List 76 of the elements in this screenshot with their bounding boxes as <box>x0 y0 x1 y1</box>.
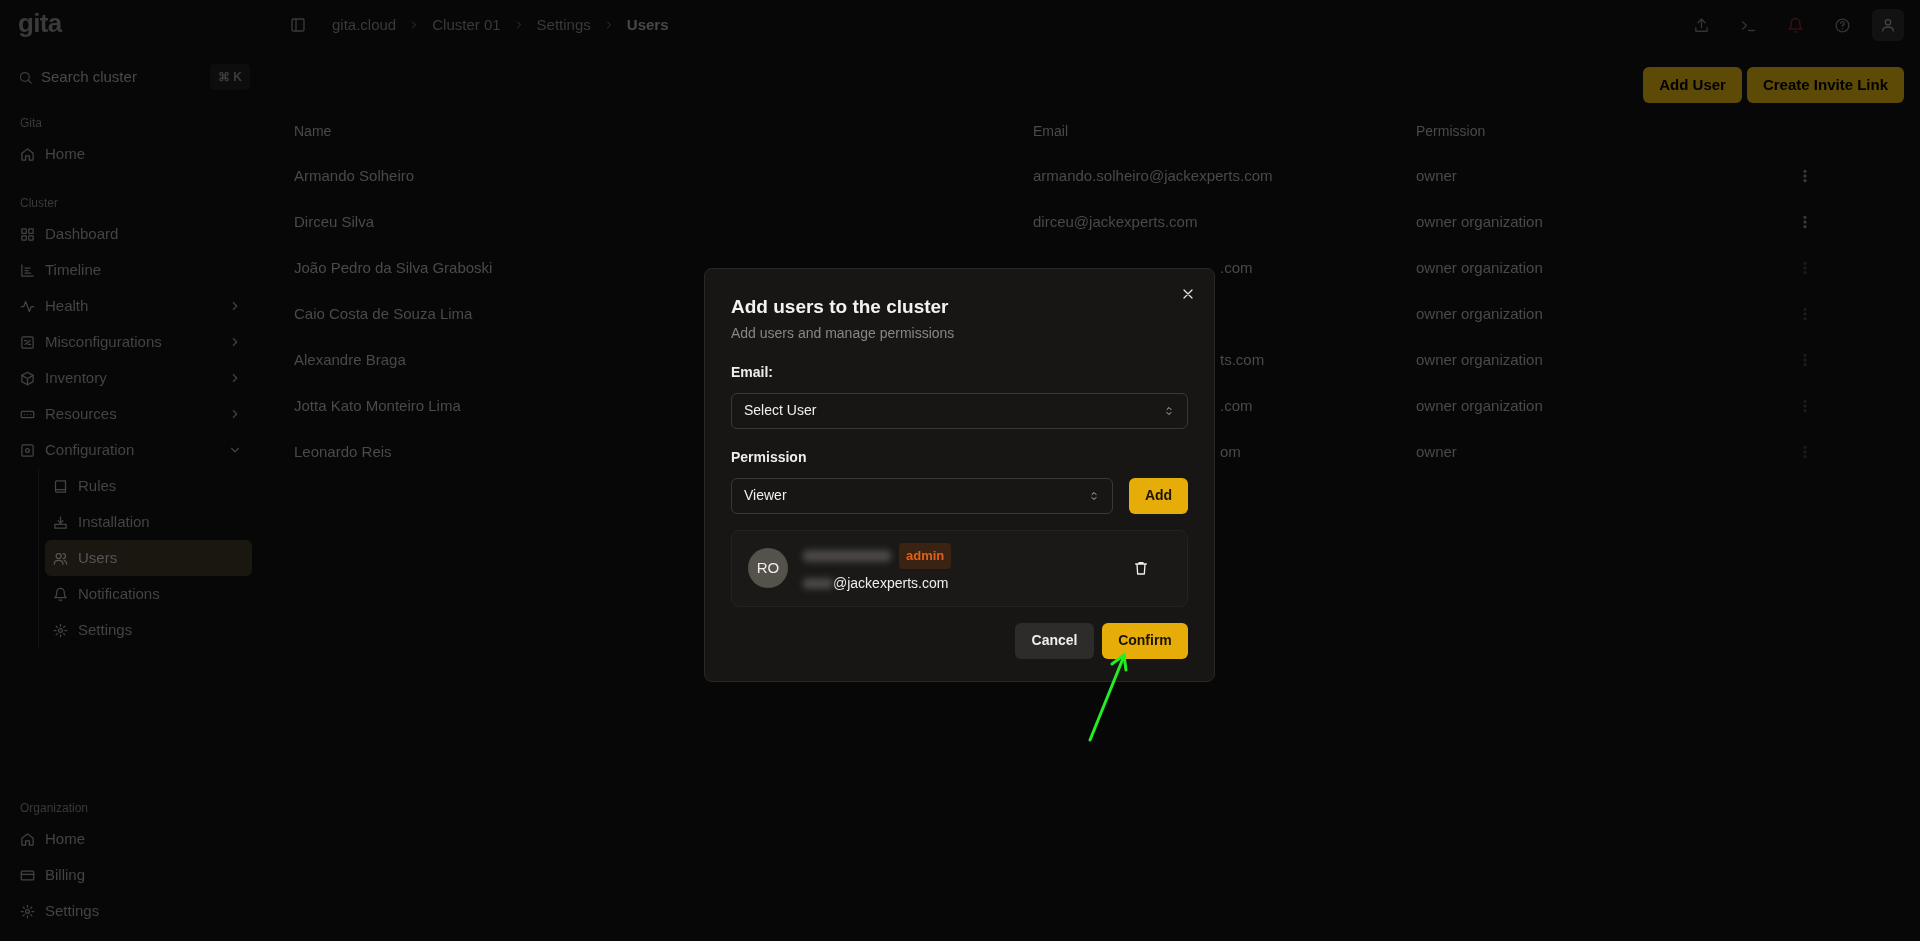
search-input[interactable]: Search cluster <box>41 65 202 89</box>
table-cell: Alexandre Braga <box>294 350 406 368</box>
credit-card-icon <box>20 867 35 883</box>
sidebar-item[interactable]: Installation <box>45 504 252 540</box>
table-cell: om <box>1220 442 1241 460</box>
table-cell: .com <box>1220 258 1253 276</box>
table-cell: Dirceu Silva <box>294 212 375 230</box>
sidebar-item[interactable]: Rules <box>45 468 252 504</box>
role-badge: admin <box>899 543 952 569</box>
sidebar-item[interactable]: Settings <box>45 612 252 648</box>
add-button[interactable]: Add <box>1129 477 1188 514</box>
sidebar-item[interactable]: Configuration <box>16 432 252 468</box>
table-cell: owner organization <box>1416 258 1543 276</box>
bell-icon[interactable] <box>1787 16 1804 34</box>
dialog-subtitle: Add users and manage permissions <box>731 323 956 343</box>
chevron-up-down-icon <box>1163 404 1175 417</box>
delete-icon[interactable] <box>1133 560 1149 577</box>
book-icon <box>53 478 68 494</box>
user-menu-button[interactable] <box>1872 9 1904 41</box>
bell-icon <box>53 586 68 602</box>
sidebar-item[interactable]: Health <box>16 288 252 324</box>
table-cell: ts.com <box>1220 350 1265 368</box>
sidebar-item[interactable]: Home <box>16 821 252 857</box>
table-cell: owner organization <box>1416 350 1543 368</box>
cube-icon <box>20 370 35 386</box>
grid-icon <box>20 226 35 242</box>
dialog-title: Add users to the cluster <box>731 295 950 319</box>
sidebar-item[interactable]: Billing <box>16 857 252 893</box>
user-icon <box>1880 17 1896 33</box>
select-field[interactable]: Viewer <box>731 477 1113 514</box>
table-cell: Jotta Kato Monteiro Lima <box>294 396 461 414</box>
chevron-up-down-icon <box>1088 489 1100 502</box>
table-cell: owner <box>1416 166 1457 184</box>
table-cell: owner organization <box>1416 304 1543 322</box>
table-cell: Armando Solheiro <box>294 166 415 184</box>
home-icon <box>20 146 35 162</box>
sidebar-item[interactable]: Misconfigurations <box>16 324 252 360</box>
sidebar-item[interactable]: Settings <box>16 893 252 929</box>
list-chart-icon <box>20 262 35 278</box>
help-icon[interactable] <box>1834 16 1851 34</box>
table-cell: João Pedro da Silva Graboski <box>294 258 493 276</box>
sidebar-item[interactable]: Inventory <box>16 360 252 396</box>
table-cell: owner <box>1416 442 1457 460</box>
sidebar-toggle-icon[interactable] <box>290 17 306 33</box>
action-button[interactable]: Add User <box>1643 67 1742 103</box>
confirm-button[interactable]: Confirm <box>1102 622 1188 659</box>
users-icon <box>53 550 68 566</box>
table-cell: .com <box>1220 396 1253 414</box>
table-cell: dirceu@jackexperts.com <box>1033 212 1198 230</box>
avatar: RO <box>748 548 788 589</box>
upload-icon[interactable] <box>1693 16 1710 34</box>
sidebar-item[interactable]: Timeline <box>16 252 252 288</box>
sidebar-item[interactable]: Home <box>16 136 252 172</box>
table-cell: owner organization <box>1416 396 1543 414</box>
redacted-text <box>803 577 833 589</box>
download-icon <box>53 514 68 530</box>
sidebar-item[interactable]: Resources <box>16 396 252 432</box>
sidebar-item[interactable]: Users <box>45 540 252 576</box>
column-header: Name <box>293 121 333 141</box>
field-label: Email: <box>731 362 774 382</box>
table-cell: Caio Costa de Souza Lima <box>294 304 473 322</box>
table-cell: armando.solheiro@jackexperts.com <box>1033 166 1273 184</box>
table-cell: Leonardo Reis <box>294 442 392 460</box>
pulse-icon <box>20 298 35 314</box>
field-label: Permission <box>731 447 808 467</box>
user-email: @jackexperts.com <box>833 573 949 593</box>
column-header: Permission <box>1416 121 1487 141</box>
home-icon <box>20 831 35 847</box>
table-cell: owner organization <box>1416 212 1543 230</box>
search-icon <box>18 69 33 85</box>
cancel-button[interactable]: Cancel <box>1015 622 1094 659</box>
sidebar-item[interactable]: Notifications <box>45 576 252 612</box>
select-field[interactable]: Select User <box>731 392 1188 429</box>
action-button[interactable]: Create Invite Link <box>1746 67 1904 103</box>
column-header: Email <box>1033 121 1069 141</box>
sidebar-item[interactable]: Dashboard <box>16 216 252 252</box>
